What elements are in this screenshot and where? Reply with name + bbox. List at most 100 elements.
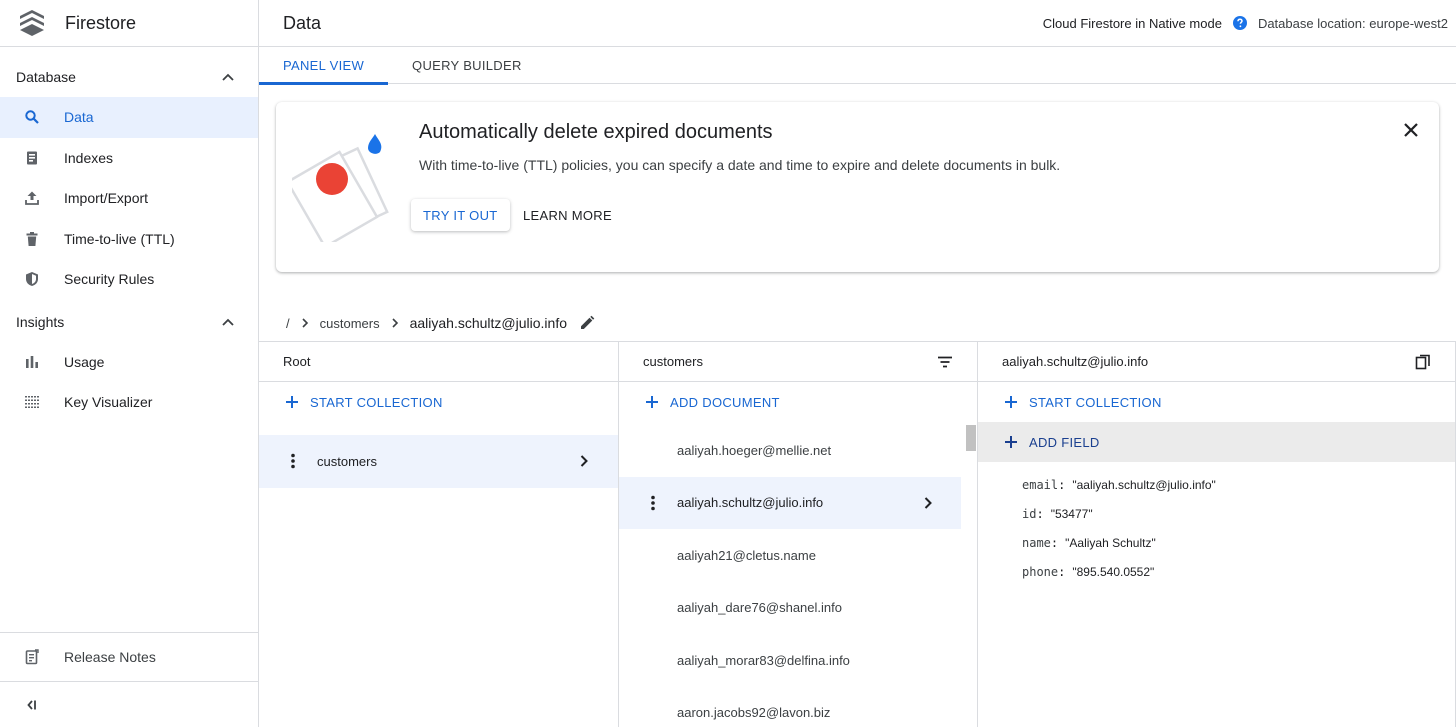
chevron-up-icon bbox=[222, 73, 234, 81]
collapse-sidebar-button[interactable] bbox=[0, 681, 258, 727]
app-root: Firestore Database Data Indexes Import/E… bbox=[0, 0, 1456, 727]
plus-icon bbox=[646, 396, 658, 408]
chevron-up-icon bbox=[222, 318, 234, 326]
root-panel: Root START COLLECTION customers bbox=[259, 342, 619, 727]
chevron-right-icon bbox=[302, 318, 308, 328]
help-icon[interactable] bbox=[1232, 15, 1248, 31]
tab-panel-view[interactable]: PANEL VIEW bbox=[259, 47, 389, 85]
field-key: email bbox=[1022, 477, 1059, 492]
app-title: Firestore bbox=[65, 12, 137, 33]
chevron-right-icon bbox=[392, 318, 398, 328]
ttl-illustration-icon bbox=[292, 134, 389, 242]
document-panel-header: aaliyah.schultz@julio.info bbox=[978, 342, 1455, 382]
sidebar-item-import-export[interactable]: Import/Export bbox=[0, 178, 258, 219]
database-location: Database location: europe-west2 bbox=[1257, 15, 1448, 31]
banner-description: With time-to-live (TTL) policies, you ca… bbox=[419, 157, 1061, 173]
close-icon[interactable] bbox=[1403, 122, 1419, 138]
search-icon bbox=[24, 109, 40, 125]
sidebar-item-data[interactable]: Data bbox=[0, 97, 258, 138]
sidebar-item-ttl[interactable]: Time-to-live (TTL) bbox=[0, 219, 258, 260]
document-panel: aaliyah.schultz@julio.info START COLLECT… bbox=[978, 342, 1456, 727]
list-item[interactable]: aaliyah.schultz@julio.info bbox=[619, 476, 961, 529]
sidebar-item-label: Data bbox=[64, 109, 94, 126]
chevron-right-icon bbox=[580, 455, 588, 467]
section-database[interactable]: Database bbox=[0, 57, 258, 97]
field-row[interactable]: email: "aaliyah.schultz@julio.info" bbox=[978, 470, 1455, 499]
field-row[interactable]: name: "Aaliyah Schultz" bbox=[978, 528, 1455, 557]
sidebar-item-security-rules[interactable]: Security Rules bbox=[0, 259, 258, 300]
collapse-left-icon bbox=[27, 699, 36, 710]
more-vert-icon[interactable] bbox=[645, 495, 661, 511]
document-id: aaliyah21@cletus.name bbox=[677, 547, 816, 563]
add-document-button[interactable]: ADD DOCUMENT bbox=[619, 382, 977, 422]
list-item[interactable]: aaron.jacobs92@lavon.biz bbox=[619, 687, 961, 727]
field-row[interactable]: phone: "895.540.0552" bbox=[978, 557, 1455, 586]
field-key: id bbox=[1022, 506, 1037, 521]
document-id: aaliyah.schultz@julio.info bbox=[677, 495, 824, 511]
collection-name: customers bbox=[317, 453, 377, 469]
data-panels: Root START COLLECTION customers customer… bbox=[259, 341, 1456, 727]
start-collection-button[interactable]: START COLLECTION bbox=[259, 382, 618, 422]
release-notes-icon bbox=[25, 649, 39, 665]
sidebar-item-label: Indexes bbox=[64, 149, 114, 166]
section-database-label: Database bbox=[16, 69, 76, 85]
trash-icon bbox=[24, 231, 40, 247]
field-key: name bbox=[1022, 535, 1051, 550]
upload-icon bbox=[24, 190, 40, 206]
list-item[interactable]: aaliyah_dare76@shanel.info bbox=[619, 582, 961, 635]
bar-chart-icon bbox=[24, 354, 40, 370]
sidebar-item-label: Time-to-live (TTL) bbox=[64, 230, 175, 247]
learn-more-button[interactable]: LEARN MORE bbox=[513, 199, 622, 231]
list-item[interactable]: customers bbox=[259, 435, 618, 488]
scrollbar-thumb[interactable] bbox=[966, 425, 976, 451]
start-collection-label: START COLLECTION bbox=[310, 394, 443, 410]
sidebar-header: Firestore bbox=[0, 0, 258, 47]
add-document-label: ADD DOCUMENT bbox=[670, 394, 780, 410]
plus-icon bbox=[1005, 436, 1017, 448]
section-insights[interactable]: Insights bbox=[0, 302, 258, 342]
breadcrumb-root[interactable]: / bbox=[286, 316, 290, 331]
collection-panel-title: customers bbox=[643, 354, 703, 369]
page-title: Data bbox=[283, 12, 322, 33]
document-id: aaliyah_dare76@shanel.info bbox=[677, 600, 842, 616]
sidebar-item-key-visualizer[interactable]: Key Visualizer bbox=[0, 382, 258, 423]
collection-panel: customers ADD DOCUMENT aaliyah.hoeger@me… bbox=[619, 342, 978, 727]
ttl-promo-banner: Automatically delete expired documents W… bbox=[276, 102, 1439, 272]
chevron-right-icon bbox=[924, 497, 932, 509]
edit-pencil-icon[interactable] bbox=[579, 315, 595, 331]
filter-icon[interactable] bbox=[937, 354, 953, 370]
sidebar-item-label: Security Rules bbox=[64, 271, 155, 288]
sidebar-item-indexes[interactable]: Indexes bbox=[0, 138, 258, 179]
view-tabs: PANEL VIEW QUERY BUILDER bbox=[259, 47, 1456, 85]
start-subcollection-button[interactable]: START COLLECTION bbox=[978, 382, 1455, 422]
page-header: Data Cloud Firestore in Native mode Data… bbox=[259, 0, 1456, 47]
sidebar-item-label: Key Visualizer bbox=[64, 394, 153, 411]
root-panel-header: Root bbox=[259, 342, 618, 382]
field-value: "Aaliyah Schultz" bbox=[1065, 535, 1156, 550]
list-item[interactable]: aaliyah_morar83@delfina.info bbox=[619, 634, 961, 687]
firestore-logo-icon bbox=[20, 10, 44, 36]
tab-query-builder[interactable]: QUERY BUILDER bbox=[388, 47, 546, 84]
start-collection-label: START COLLECTION bbox=[1029, 394, 1162, 410]
list-item[interactable]: aaliyah21@cletus.name bbox=[619, 529, 961, 582]
field-row[interactable]: id: "53477" bbox=[978, 499, 1455, 528]
sidebar: Firestore Database Data Indexes Import/E… bbox=[0, 0, 259, 727]
field-value: "895.540.0552" bbox=[1072, 564, 1155, 579]
release-notes-link[interactable]: Release Notes bbox=[0, 632, 258, 681]
list-item[interactable]: aaliyah.hoeger@mellie.net bbox=[619, 424, 961, 477]
section-insights-label: Insights bbox=[16, 313, 65, 330]
sidebar-item-usage[interactable]: Usage bbox=[0, 342, 258, 383]
document-id: aaliyah.hoeger@mellie.net bbox=[677, 442, 832, 458]
breadcrumb: / customers aaliyah.schultz@julio.info bbox=[286, 313, 595, 333]
field-value: "53477" bbox=[1050, 506, 1093, 521]
field-list: email: "aaliyah.schultz@julio.info" id: … bbox=[978, 462, 1455, 586]
field-key: phone bbox=[1022, 564, 1059, 579]
breadcrumb-collection[interactable]: customers bbox=[320, 316, 380, 331]
grid-icon bbox=[24, 394, 40, 410]
add-field-button[interactable]: ADD FIELD bbox=[978, 422, 1455, 462]
copy-icon[interactable] bbox=[1415, 354, 1431, 370]
more-vert-icon[interactable] bbox=[285, 453, 301, 469]
database-mode: Cloud Firestore in Native mode bbox=[1042, 15, 1222, 31]
try-it-out-button[interactable]: TRY IT OUT bbox=[411, 199, 510, 231]
sidebar-item-label: Usage bbox=[64, 353, 105, 370]
